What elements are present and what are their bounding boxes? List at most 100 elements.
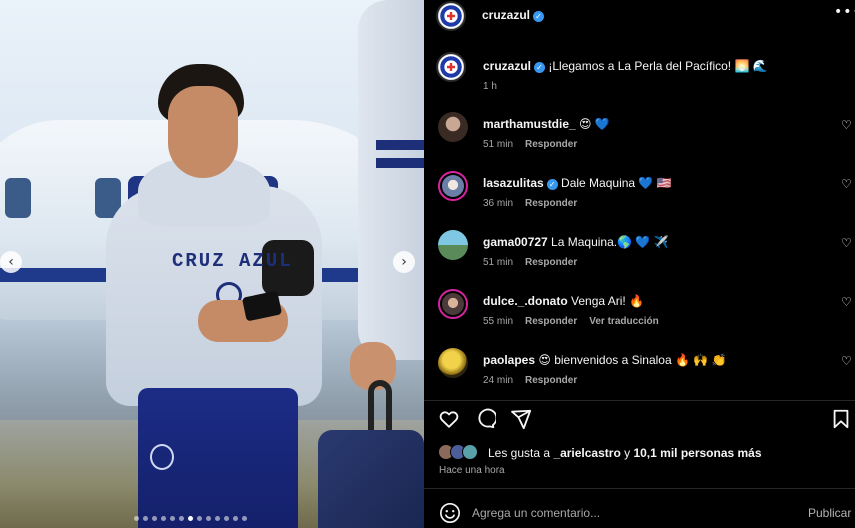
comment-meta: 55 min Responder Ver traducción	[483, 316, 671, 327]
carousel-dot	[242, 516, 247, 521]
comment-text-line: gama00727 La Maquina.🌎 💙 ✈️	[483, 235, 669, 249]
carousel-dot	[224, 516, 229, 521]
author-username[interactable]: cruzazul ✓	[482, 8, 545, 22]
likes-prefix: Les gusta a	[488, 446, 554, 460]
comment-timestamp: 36 min	[483, 198, 514, 209]
liker-avatars	[438, 444, 484, 460]
likes-count[interactable]: 10,1 mil personas más	[633, 446, 761, 460]
comment-timestamp: 51 min	[483, 257, 514, 268]
comment-username[interactable]: lasazulitas	[483, 176, 544, 190]
post-timestamp[interactable]: Hace una hora	[439, 465, 505, 476]
comment-text-line: lasazulitas ✓ Dale Maquina 💙 🇺🇸	[483, 176, 672, 190]
publish-button[interactable]: Publicar	[808, 506, 851, 520]
carousel-dot	[134, 516, 139, 521]
carousel-dot	[206, 516, 211, 521]
comment-heart-icon[interactable]: ♡	[841, 118, 852, 132]
comment-meta: 24 min Responder	[483, 375, 589, 386]
comment-body: 😍 💙	[575, 117, 610, 131]
comment-timestamp: 51 min	[483, 139, 514, 150]
comment-composer: Publicar	[424, 496, 855, 528]
carousel-dot	[179, 516, 184, 521]
comment-row: paolapes 😍 bienvenidos a Sinaloa 🔥 🙌 👏 24…	[436, 348, 852, 394]
hoodie-text: CRUZ AZUL	[172, 250, 293, 272]
author-username-text[interactable]: cruzazul	[482, 8, 530, 22]
airplane-window	[5, 178, 31, 218]
avatar[interactable]	[438, 112, 468, 142]
player-figure: CRUZ AZUL	[92, 60, 352, 528]
reply-button[interactable]: Responder	[525, 316, 577, 327]
comment-row: lasazulitas ✓ Dale Maquina 💙 🇺🇸 36 min Resp…	[436, 171, 852, 217]
comment-username[interactable]: paolapes	[483, 353, 535, 367]
comment-body: Venga Ari! 🔥	[567, 294, 645, 308]
post-header: cruzazul✓ •••	[424, 0, 855, 34]
comment-username[interactable]: dulce._.donato	[483, 294, 568, 308]
more-options-icon[interactable]: •••	[834, 4, 855, 20]
carousel-dot	[188, 516, 193, 521]
caption-username[interactable]: cruzazul	[483, 59, 531, 73]
post-actions	[438, 408, 849, 432]
comment-timestamp: 24 min	[483, 375, 514, 386]
author-avatar[interactable]	[436, 52, 466, 82]
comment-heart-icon[interactable]: ♡	[841, 295, 852, 309]
bookmark-icon[interactable]	[830, 408, 854, 432]
reply-button[interactable]: Responder	[525, 375, 577, 386]
caption-text: ¡Llegamos a La Perla del Pacífico! 🌅 🌊	[548, 59, 768, 73]
carousel-indicator	[134, 516, 247, 522]
comment-heart-icon[interactable]: ♡	[841, 177, 852, 191]
comment-username[interactable]: marthamustdie_	[483, 117, 576, 131]
author-avatar[interactable]	[436, 1, 466, 31]
divider	[424, 400, 855, 401]
comment-text-line: paolapes 😍 bienvenidos a Sinaloa 🔥 🙌 👏	[483, 353, 726, 367]
comment-body: La Maquina.🌎 💙 ✈️	[547, 235, 669, 249]
carousel-next-button[interactable]: ›	[393, 251, 415, 273]
carousel-dot	[197, 516, 202, 521]
likes-summary[interactable]: Les gusta a _arielcastro y 10,1 mil pers…	[438, 443, 848, 461]
carousel-dot	[152, 516, 157, 521]
comment-input[interactable]	[472, 502, 792, 524]
comment-username[interactable]: gama00727	[483, 235, 548, 249]
carousel-prev-button[interactable]: ‹	[0, 251, 22, 273]
share-icon[interactable]	[510, 408, 534, 432]
post-photo[interactable]: CRUZ AZUL ‹ ›	[0, 0, 424, 528]
crest-icon	[150, 444, 174, 470]
avatar[interactable]	[438, 171, 468, 201]
likes-middle: y	[620, 446, 634, 460]
verified-check-icon: ✓	[546, 179, 558, 190]
see-translation-button[interactable]: Ver traducción	[589, 316, 658, 327]
caption-line: cruzazul ✓ ¡Llegamos a La Perla del Pacíf…	[483, 59, 768, 73]
carousel-dot	[233, 516, 238, 521]
comment-text-line: dulce._.donato Venga Ari! 🔥	[483, 294, 644, 308]
comment-heart-icon[interactable]: ♡	[841, 236, 852, 250]
comment-meta: 51 min Responder	[483, 139, 589, 150]
comment-meta: 36 min Responder	[483, 198, 589, 209]
reply-button[interactable]: Responder	[525, 198, 577, 209]
carousel-dot	[215, 516, 220, 521]
comment-body: Dale Maquina 💙 🇺🇸	[557, 176, 672, 190]
heart-icon[interactable]	[438, 408, 462, 432]
caption-timestamp[interactable]: 1 h	[483, 81, 497, 92]
comment-meta: 51 min Responder	[483, 257, 589, 268]
comment-timestamp: 55 min	[483, 316, 514, 327]
bystander-arm	[358, 0, 424, 360]
comment-text-line: marthamustdie_ 😍 💙	[483, 117, 610, 131]
avatar	[462, 444, 478, 460]
avatar[interactable]	[438, 230, 468, 260]
liker-username[interactable]: _arielcastro	[553, 446, 620, 460]
post-caption: cruzazul ✓ ¡Llegamos a La Perla del Pacíf…	[436, 52, 846, 94]
emoji-icon[interactable]	[439, 502, 461, 524]
comment-body: 😍 bienvenidos a Sinaloa 🔥 🙌 👏	[535, 353, 727, 367]
avatar[interactable]	[438, 289, 468, 319]
comment-row: dulce._.donato Venga Ari! 🔥 55 min Respond…	[436, 289, 852, 335]
carousel-dot	[170, 516, 175, 521]
comment-heart-icon[interactable]: ♡	[841, 354, 852, 368]
avatar[interactable]	[438, 348, 468, 378]
reply-button[interactable]: Responder	[525, 257, 577, 268]
likes-text[interactable]: Les gusta a _arielcastro y 10,1 mil pers…	[488, 446, 762, 460]
post-details-panel: cruzazul✓ ••• cruzazul✓ ¡Llegamos a La P…	[424, 0, 855, 528]
divider	[424, 488, 855, 489]
reply-button[interactable]: Responder	[525, 139, 577, 150]
comment-row: marthamustdie_ 😍 💙 51 min Responder ♡	[436, 112, 852, 158]
verified-check-icon: ✓	[533, 11, 545, 22]
verified-check-icon: ✓	[534, 62, 546, 73]
comment-icon[interactable]	[474, 408, 498, 432]
